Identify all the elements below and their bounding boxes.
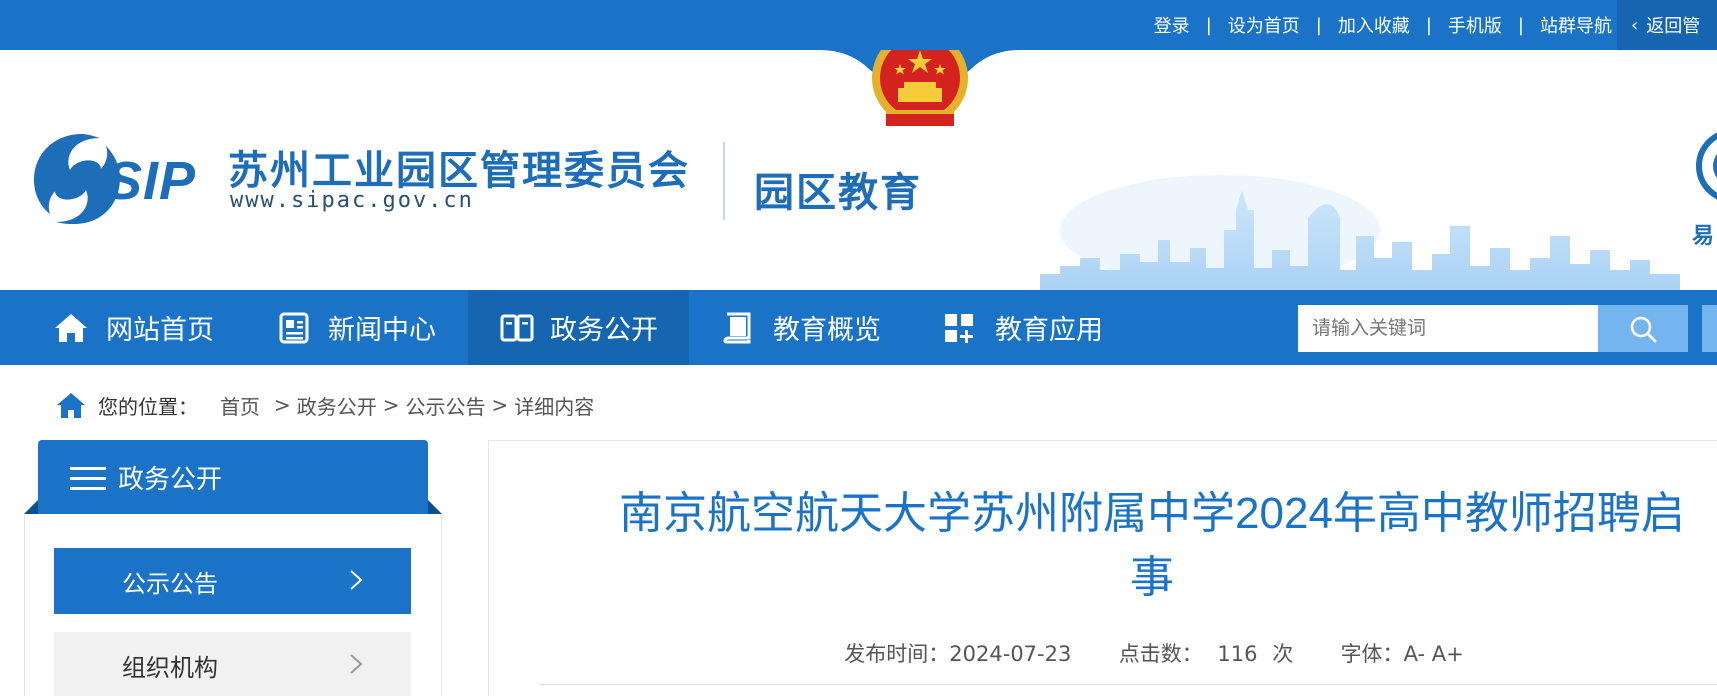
site-group-nav-link[interactable]: 站群导航 [1540, 12, 1612, 38]
nav-item-education-apps[interactable]: 教育应用 [909, 290, 1139, 365]
sidebar-title: 政务公开 [118, 465, 223, 495]
separator: | [1205, 14, 1212, 36]
breadcrumb: 您的位置： 首页 > 政务公开 > 公示公告 > 详细内容 [56, 388, 594, 422]
chevron-left-icon: ‹ [1631, 14, 1639, 36]
font-label: 字体： [1340, 642, 1404, 666]
breadcrumb-notices-link[interactable]: 公示公告 [406, 391, 486, 420]
article-title-line: 南京航空航天大学苏州附属中学2024年高中教师招聘启 [619, 489, 1685, 538]
sub-site-name: 园区教育 [754, 171, 922, 215]
separator: | [1315, 14, 1322, 36]
mobile-version-link[interactable]: 手机版 [1448, 12, 1502, 38]
article-title: 南京航空航天大学苏州附属中学2024年高中教师招聘启 事 [592, 482, 1712, 610]
breadcrumb-current: 详细内容 [514, 394, 595, 419]
top-utility-bar: 登录 | 设为首页 | 加入收藏 | 手机版 | 站群导航 ‹ 返回管 [0, 0, 1717, 50]
header-divider [723, 142, 725, 220]
sidebar-fold-decoration [428, 500, 442, 514]
nav-item-home[interactable]: 网站首页 [0, 290, 250, 365]
nav-item-news[interactable]: 新闻中心 [250, 290, 468, 365]
nav-label: 新闻中心 [328, 315, 436, 346]
publish-date: 2024-07-23 [949, 642, 1072, 666]
sidebar-item-label: 公示公告 [122, 569, 218, 598]
top-links: 登录 | 设为首页 | 加入收藏 | 手机版 | 站群导航 [1154, 0, 1612, 50]
grid-plus-icon [945, 314, 973, 343]
clicks-label: 点击数： [1118, 642, 1203, 666]
home-icon [57, 393, 85, 418]
breadcrumb-home-link[interactable]: 首页 [220, 391, 260, 420]
chevron-right-icon [350, 654, 363, 674]
separator: | [1425, 14, 1432, 36]
article-title-line: 事 [1130, 553, 1174, 602]
breadcrumb-gov-affairs-link[interactable]: 政务公开 [297, 391, 377, 420]
nav-edge-button[interactable] [1702, 305, 1717, 352]
sidebar-fold-decoration [24, 500, 38, 514]
font-smaller-button[interactable]: A- [1404, 642, 1425, 666]
sidebar-item-notices[interactable]: 公示公告 [54, 548, 411, 614]
breadcrumb-separator: > [491, 393, 509, 417]
separator: | [1517, 14, 1524, 36]
nav-item-gov-affairs[interactable]: 政务公开 [468, 290, 689, 365]
site-header: 苏州工业园区管理委员会 www.sipac.gov.cn SIP 园区教育 易 [0, 50, 1717, 290]
breadcrumb-label: 您的位置： [98, 394, 198, 419]
search-button[interactable] [1598, 305, 1688, 352]
sidebar-header: 政务公开 [38, 440, 428, 515]
article-divider [540, 684, 1717, 685]
main-nav: 网站首页 新闻中心 政务公开 教育概览 教育应用 请输入关键词 [0, 290, 1717, 365]
book-icon [723, 312, 751, 344]
breadcrumb-separator: > [274, 393, 291, 417]
menu-icon [70, 466, 106, 490]
set-homepage-link[interactable]: 设为首页 [1228, 12, 1300, 38]
home-icon [55, 314, 87, 342]
publish-label: 发布时间： [844, 642, 950, 666]
search-icon [1630, 316, 1657, 342]
clicks-unit: 次 [1272, 642, 1294, 666]
login-link[interactable]: 登录 [1154, 12, 1190, 38]
return-button[interactable]: ‹ 返回管 [1617, 0, 1717, 50]
site-url: www.sipac.gov.cn [230, 188, 474, 213]
logo-text: SIP [106, 151, 197, 211]
nav-label: 政务公开 [550, 315, 658, 346]
return-label: 返回管 [1646, 16, 1701, 37]
right-side-logo[interactable] [1693, 126, 1717, 206]
national-emblem [872, 50, 968, 126]
clicks-value: 116 [1217, 642, 1258, 666]
nav-item-education-overview[interactable]: 教育概览 [689, 290, 909, 365]
nav-label: 教育概览 [773, 315, 881, 346]
font-larger-button[interactable]: A+ [1432, 642, 1464, 666]
search-input[interactable] [1298, 305, 1598, 352]
nav-label: 网站首页 [106, 315, 214, 346]
add-favorite-link[interactable]: 加入收藏 [1338, 12, 1410, 38]
nav-label: 教育应用 [995, 315, 1103, 346]
sidebar-item-label: 组织机构 [122, 653, 218, 682]
sidebar-item-organization[interactable]: 组织机构 [54, 632, 411, 696]
newspaper-icon [279, 312, 309, 344]
breadcrumb-separator: > [382, 393, 400, 417]
chevron-right-icon [350, 570, 363, 590]
book-open-icon [500, 314, 534, 342]
right-logo-text: 易 [1692, 224, 1715, 249]
article-meta: 发布时间：2024-07-23 点击数： 116 次 字体：A- A+ [592, 638, 1712, 668]
city-skyline-image [1040, 175, 1680, 290]
